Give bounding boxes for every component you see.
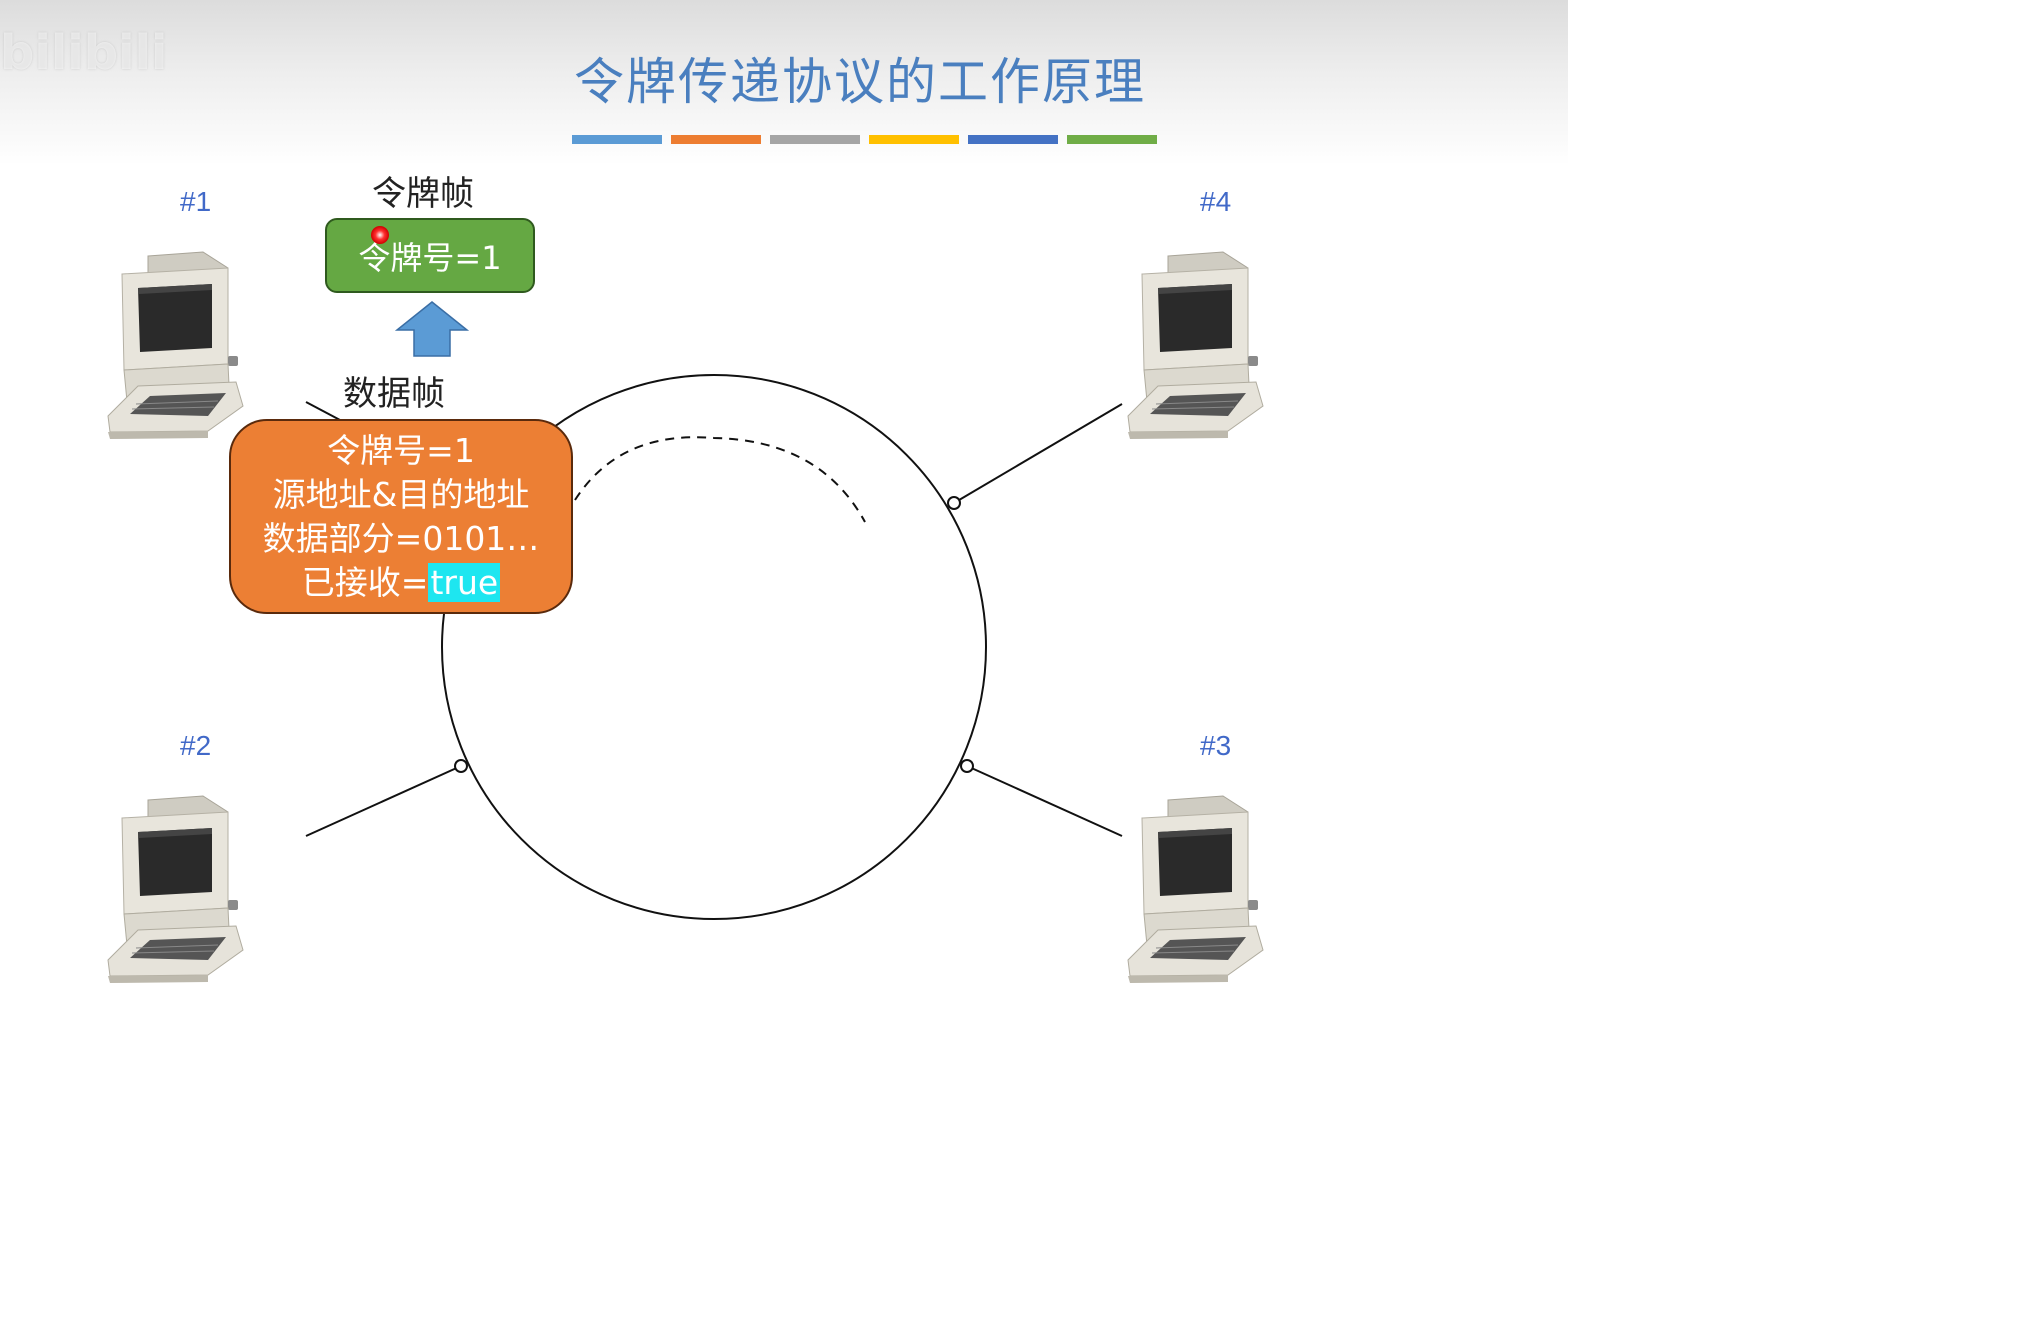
station-3-link xyxy=(966,765,1123,837)
station-label-2: #2 xyxy=(180,730,212,761)
data-frame-caption: 数据帧 xyxy=(343,374,445,414)
token-frame-caption: 令牌帧 xyxy=(372,174,474,214)
station-label-3: #3 xyxy=(1200,730,1232,761)
computer-icon xyxy=(1127,795,1264,984)
ring-node-4 xyxy=(947,496,961,510)
laser-pointer-icon xyxy=(371,226,389,244)
computer-icon xyxy=(107,795,244,984)
computer-icon xyxy=(107,251,244,440)
data-frame: 令牌号=1 源地址&目的地址 数据部分=0101… 已接收=true xyxy=(229,419,573,614)
ack-value-highlight: true xyxy=(428,562,501,602)
token-frame: 令牌号=1 xyxy=(325,218,535,293)
ack-label: 已接收= xyxy=(301,562,429,602)
station-label-4: #4 xyxy=(1200,186,1232,217)
station-label-1: #1 xyxy=(180,186,212,217)
token-travel-arc xyxy=(574,436,866,523)
ring-node-3 xyxy=(960,759,974,773)
data-frame-ack-line: 已接收=true xyxy=(301,561,501,605)
data-frame-address-line: 源地址&目的地址 xyxy=(272,474,530,514)
station-1-link xyxy=(305,401,341,421)
up-arrow-icon xyxy=(394,301,470,357)
data-frame-token-line: 令牌号=1 xyxy=(327,430,475,470)
computer-icon xyxy=(1127,251,1264,440)
ring-node-2 xyxy=(454,759,468,773)
station-2-link xyxy=(305,765,462,837)
data-frame-payload-line: 数据部分=0101… xyxy=(262,518,540,558)
station-4-link xyxy=(953,403,1123,504)
